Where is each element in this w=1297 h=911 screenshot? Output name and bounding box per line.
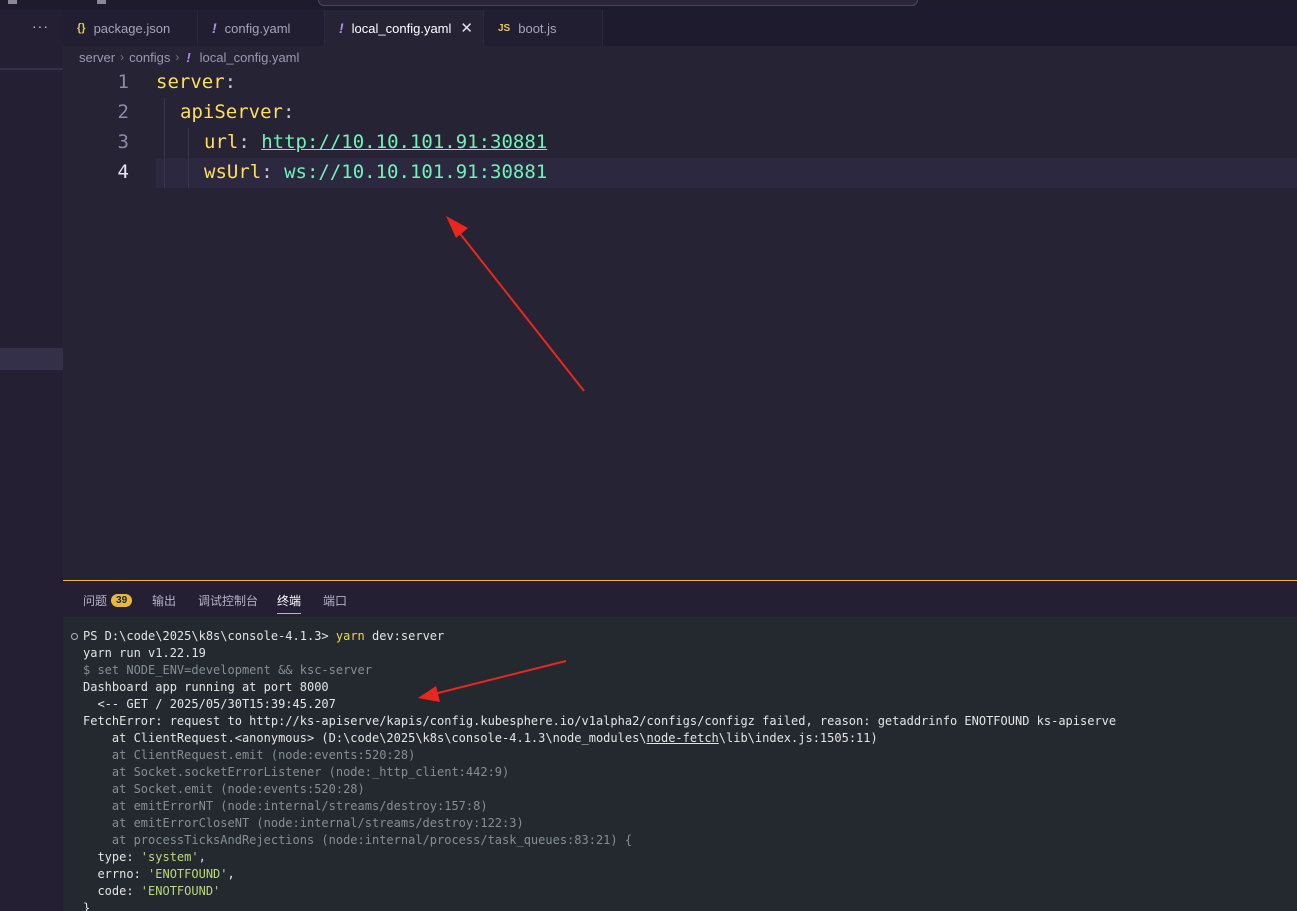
prop-value: 'system' bbox=[140, 850, 199, 864]
terminal-line: errno: 'ENOTFOUND', bbox=[83, 866, 235, 883]
yaml-key: server bbox=[156, 71, 225, 93]
code-line: server: bbox=[156, 71, 236, 93]
terminal-trace-line: at Socket.emit (node:events:520:28) bbox=[83, 782, 365, 796]
tab-label: 输出 bbox=[152, 594, 177, 608]
tab-label: 端口 bbox=[323, 594, 348, 608]
code-editor[interactable]: 1 2 3 4 server: apiServer: url: http://1… bbox=[63, 68, 1297, 580]
punct: , bbox=[227, 867, 235, 881]
tab-config-yaml[interactable]: ! config.yaml bbox=[198, 10, 325, 46]
tab-label: 问题 bbox=[83, 594, 108, 608]
breadcrumb-item[interactable]: configs bbox=[129, 50, 170, 65]
terminal-command-args: dev:server bbox=[364, 629, 445, 643]
terminal-line: yarn run v1.22.19 bbox=[83, 646, 206, 660]
terminal-prompt: PS D:\code\2025\k8s\console-4.1.3> bbox=[83, 629, 336, 643]
yaml-file-icon: ! bbox=[212, 20, 217, 36]
prop-name: code: bbox=[83, 884, 141, 898]
yaml-colon: : bbox=[224, 71, 237, 93]
code-line: apiServer: bbox=[180, 101, 294, 123]
tab-terminal[interactable]: 终端 bbox=[277, 592, 302, 614]
tab-problems[interactable]: 问题 39 bbox=[83, 592, 133, 609]
breadcrumb-item[interactable]: local_config.yaml bbox=[200, 50, 300, 65]
tab-label: config.yaml bbox=[224, 20, 291, 36]
terminal-trace-line: at ClientRequest.<anonymous> (D:\code\20… bbox=[83, 730, 878, 747]
prop-name: type: bbox=[83, 850, 141, 864]
tab-output[interactable]: 输出 bbox=[152, 592, 176, 609]
tab-label: local_config.yaml bbox=[351, 20, 452, 36]
line-number: 2 bbox=[117, 101, 129, 123]
breadcrumb: server › configs › ! local_config.yaml bbox=[79, 48, 299, 66]
yaml-wsurl-value: ws://10.10.101.91:30881 bbox=[284, 161, 548, 183]
indent-guide bbox=[164, 98, 165, 188]
trace-text: at ClientRequest.<anonymous> (D:\code\20… bbox=[83, 731, 647, 745]
terminal[interactable]: PS D:\code\2025\k8s\console-4.1.3> yarn … bbox=[63, 617, 1297, 911]
yaml-colon: : bbox=[238, 131, 250, 153]
terminal-trace-line: at ClientRequest.emit (node:events:520:2… bbox=[83, 748, 416, 762]
tab-debug-console[interactable]: 调试控制台 bbox=[198, 592, 258, 609]
sidebar-divider bbox=[0, 68, 63, 70]
code-line: url: http://10.10.101.91:30881 bbox=[204, 131, 547, 153]
tab-package-json[interactable]: {} package.json bbox=[63, 10, 198, 46]
json-file-icon: {} bbox=[77, 22, 86, 34]
terminal-line: <-- GET / 2025/05/30T15:39:45.207 bbox=[83, 697, 336, 711]
command-decoration-icon[interactable] bbox=[71, 633, 78, 640]
terminal-command: yarn bbox=[335, 629, 365, 643]
yaml-url-value[interactable]: http://10.10.101.91:30881 bbox=[261, 131, 547, 153]
trace-text: \lib\index.js:1505:11) bbox=[718, 731, 878, 745]
trace-link[interactable]: node-fetch bbox=[647, 731, 719, 745]
terminal-line: code: 'ENOTFOUND' bbox=[83, 883, 220, 900]
yaml-file-icon: ! bbox=[186, 49, 191, 65]
problems-count-badge: 39 bbox=[111, 594, 133, 607]
layout-icon bbox=[97, 0, 106, 4]
breadcrumb-item[interactable]: server bbox=[79, 50, 115, 65]
line-number: 4 bbox=[117, 161, 129, 183]
punct: , bbox=[198, 850, 206, 864]
indent-guide bbox=[188, 128, 189, 188]
chevron-right-icon: › bbox=[175, 50, 180, 64]
line-number: 1 bbox=[117, 71, 129, 93]
tab-label: 终端 bbox=[277, 594, 302, 608]
code-line: wsUrl: ws://10.10.101.91:30881 bbox=[204, 161, 547, 183]
yaml-key: url bbox=[204, 131, 239, 153]
tab-ports[interactable]: 端口 bbox=[323, 592, 347, 609]
terminal-line: } bbox=[83, 901, 91, 911]
tab-label: boot.js bbox=[518, 20, 557, 36]
terminal-line: Dashboard app running at port 8000 bbox=[83, 680, 329, 694]
close-icon[interactable]: ✕ bbox=[460, 19, 473, 37]
tab-label: 调试控制台 bbox=[198, 594, 259, 608]
yaml-key: wsUrl bbox=[204, 161, 262, 183]
terminal-trace-line: at emitErrorCloseNT (node:internal/strea… bbox=[83, 816, 524, 830]
terminal-line: $ set NODE_ENV=development && ksc-server bbox=[83, 663, 372, 677]
terminal-prompt-line: PS D:\code\2025\k8s\console-4.1.3> yarn … bbox=[83, 628, 444, 645]
sidebar-selected-item[interactable] bbox=[0, 348, 63, 370]
yaml-colon: : bbox=[282, 101, 295, 123]
js-file-icon: JS bbox=[498, 22, 511, 34]
prop-name: errno: bbox=[83, 867, 149, 881]
command-center[interactable] bbox=[318, 0, 918, 6]
yaml-file-icon: ! bbox=[339, 20, 344, 36]
more-actions-icon[interactable]: ··· bbox=[32, 18, 49, 34]
title-bar bbox=[0, 0, 1297, 10]
prop-value: 'ENOTFOUND' bbox=[140, 884, 221, 898]
yaml-key: apiServer bbox=[180, 101, 283, 123]
line-number: 3 bbox=[117, 131, 129, 153]
tab-boot-js[interactable]: JS boot.js bbox=[484, 10, 603, 46]
tab-local-config-yaml[interactable]: ! local_config.yaml ✕ bbox=[325, 10, 484, 46]
tab-label: package.json bbox=[93, 20, 171, 36]
terminal-trace-line: at processTicksAndRejections (node:inter… bbox=[83, 833, 633, 847]
terminal-error-line: FetchError: request to http://ks-apiserv… bbox=[83, 714, 1117, 728]
chevron-right-icon: › bbox=[120, 50, 125, 64]
terminal-trace-line: at Socket.socketErrorListener (node:_htt… bbox=[83, 765, 510, 779]
terminal-line: type: 'system', bbox=[83, 849, 206, 866]
terminal-trace-line: at emitErrorNT (node:internal/streams/de… bbox=[83, 799, 488, 813]
editor-tabs: {} package.json ! config.yaml ! local_co… bbox=[63, 10, 1297, 46]
panel-tabs: 问题 39 输出 调试控制台 终端 端口 bbox=[63, 581, 1297, 617]
prop-value: 'ENOTFOUND' bbox=[148, 867, 228, 881]
window-icon bbox=[8, 0, 17, 4]
yaml-colon: : bbox=[261, 161, 273, 183]
sidebar: ··· bbox=[0, 10, 63, 911]
